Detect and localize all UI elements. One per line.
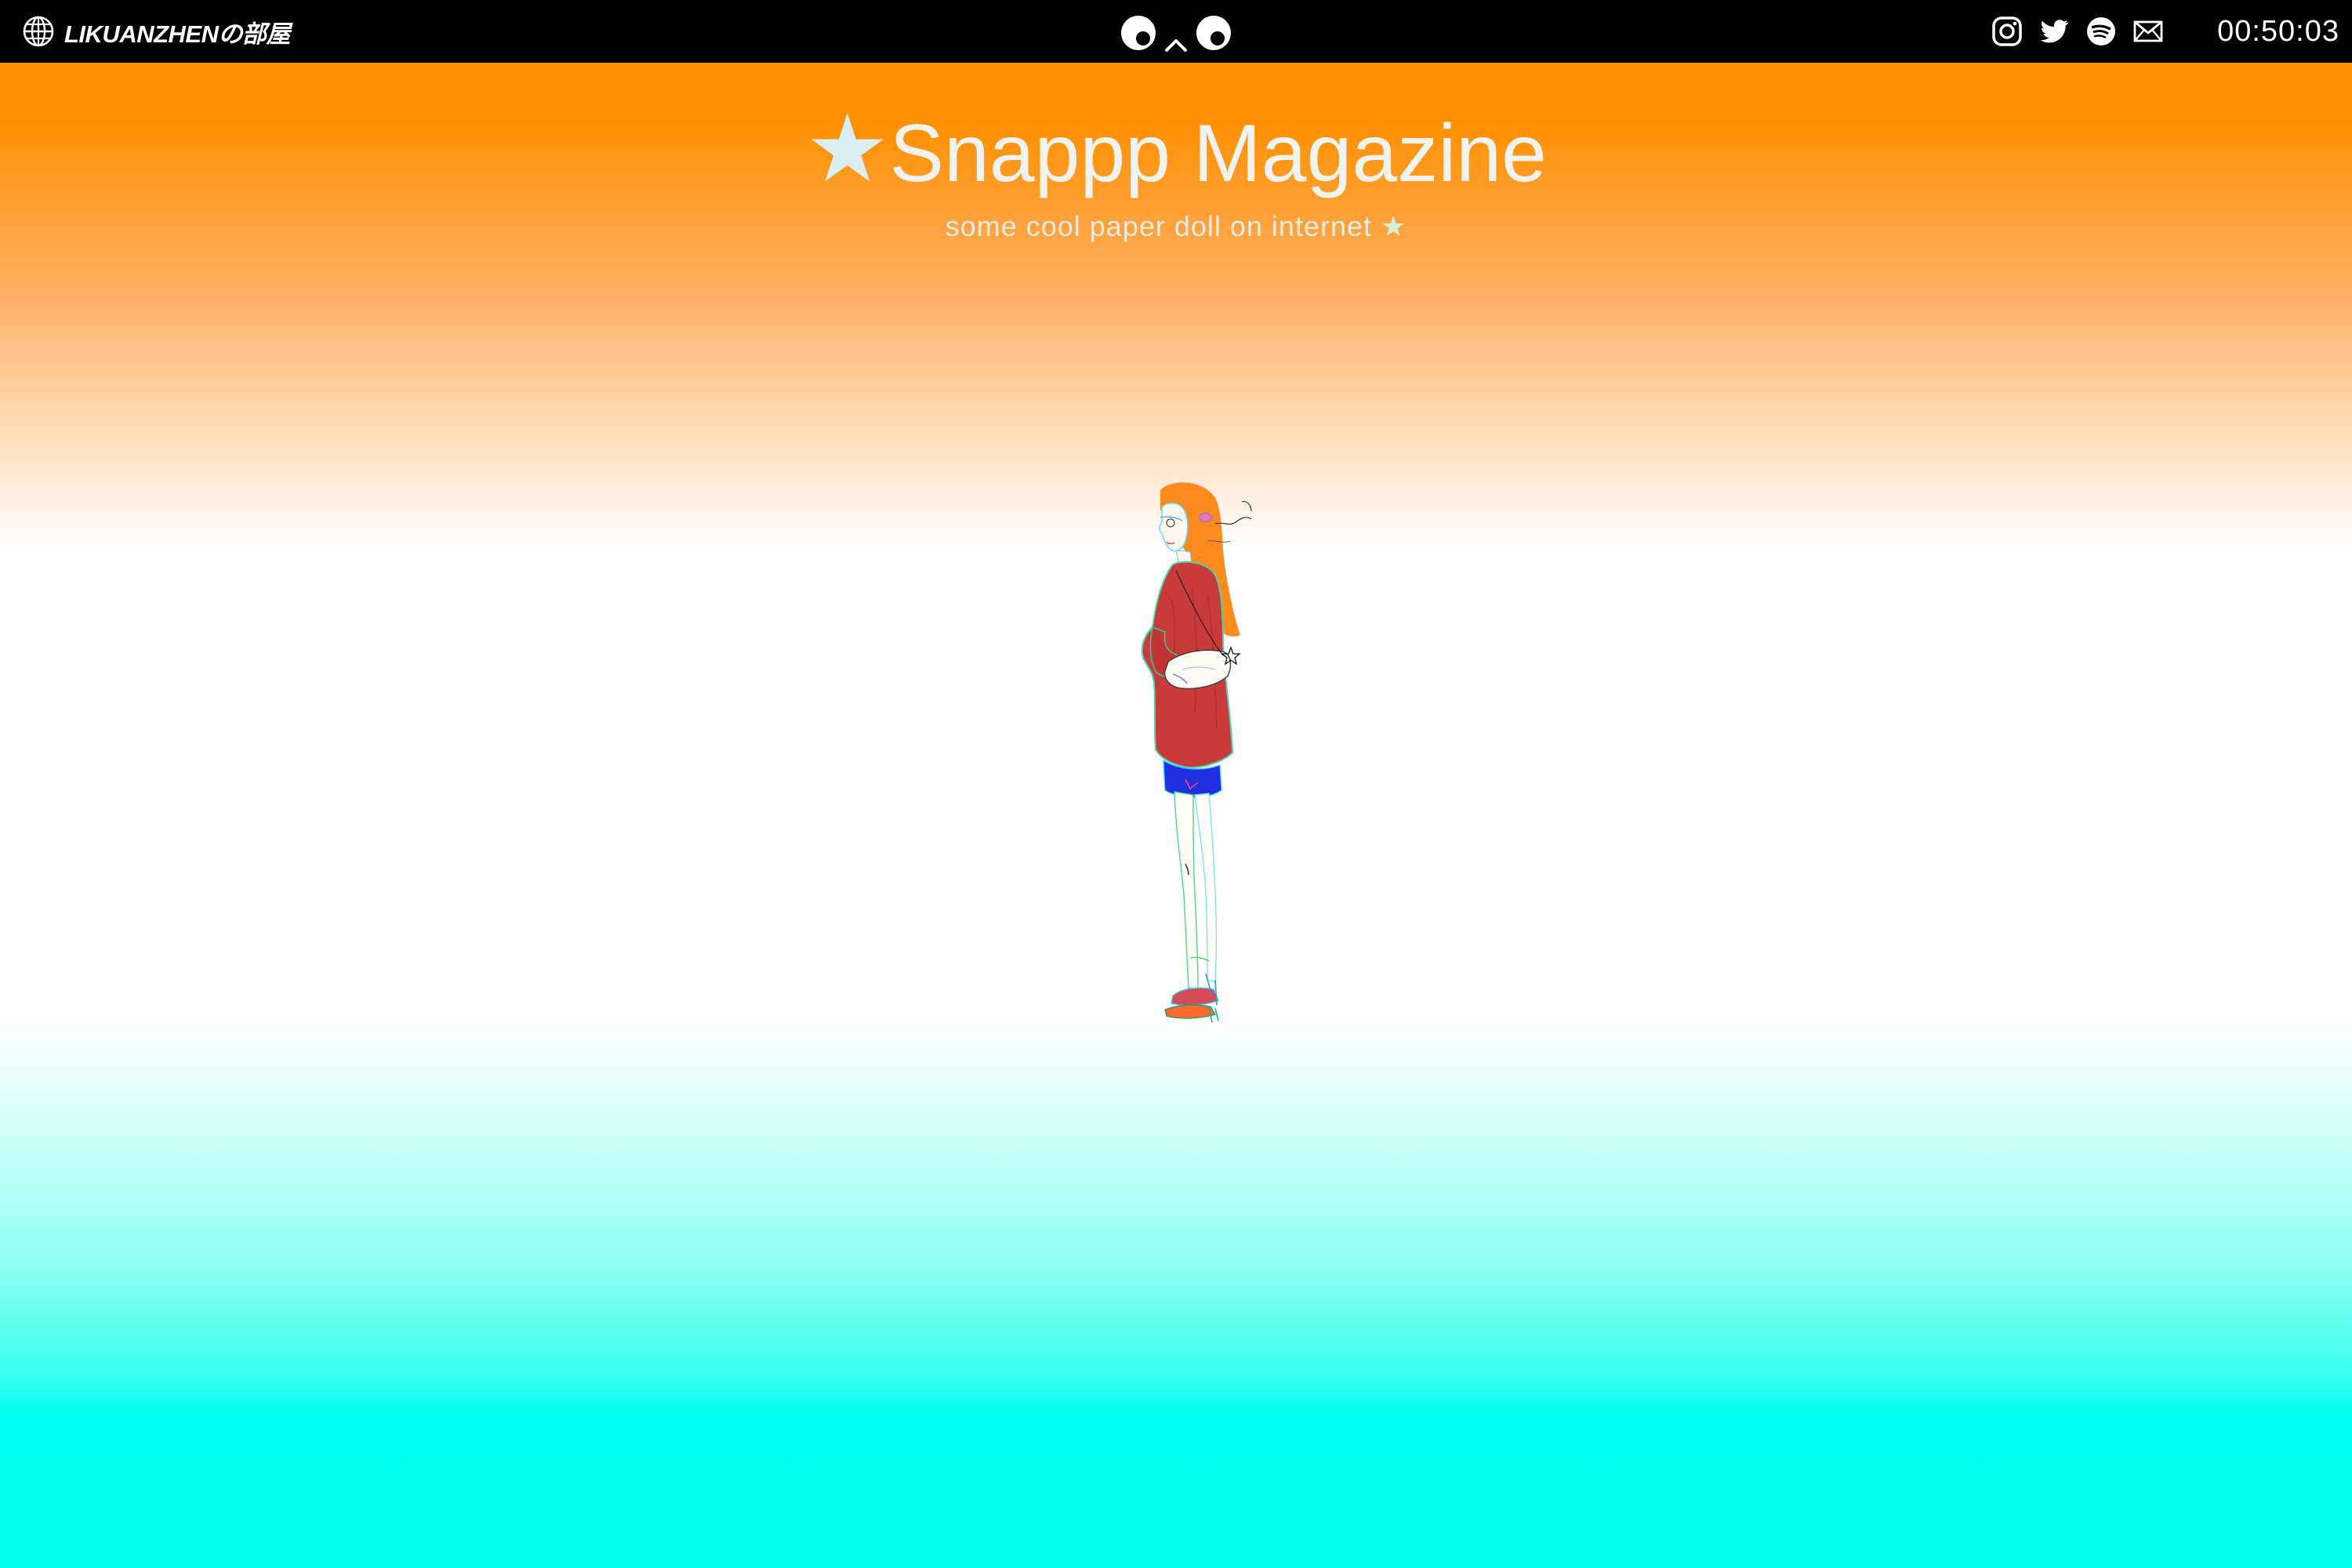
subtitle-text: some cool paper doll on internet: [945, 210, 1373, 242]
twitter-icon: [2040, 20, 2069, 43]
spotify-link[interactable]: [2084, 14, 2118, 49]
star-icon: ★: [805, 96, 890, 201]
instagram-link[interactable]: [1990, 14, 2024, 49]
paper-doll-illustration[interactable]: [1098, 478, 1278, 1027]
spotify-icon: [2087, 17, 2116, 45]
eyes-face-icon[interactable]: [1113, 9, 1239, 56]
instagram-icon: [1992, 16, 2022, 46]
mail-icon: [2133, 20, 2163, 42]
mail-link[interactable]: [2131, 14, 2165, 49]
top-bar: LIKUANZHENの部屋 00:50:03: [0, 0, 2352, 63]
site-link[interactable]: LIKUANZHENの部屋: [22, 13, 291, 50]
page-heading: ★Snappp Magazine some cool paper doll on…: [0, 102, 2352, 243]
globe-icon: [23, 16, 54, 47]
site-name: LIKUANZHENの部屋: [64, 20, 291, 48]
clock: 00:50:03: [2217, 14, 2339, 48]
page-title: ★Snappp Magazine: [0, 102, 2352, 201]
twitter-link[interactable]: [2037, 14, 2071, 49]
title-text: Snappp Magazine: [889, 108, 1547, 199]
subtitle-star-icon: ★: [1381, 210, 1407, 242]
top-bar-right: 00:50:03: [1990, 13, 2339, 50]
page-subtitle: some cool paper doll on internet ★: [0, 210, 2352, 243]
page: LIKUANZHENの部屋 00:50:03 ★Snappp Magazine …: [0, 0, 2352, 1568]
